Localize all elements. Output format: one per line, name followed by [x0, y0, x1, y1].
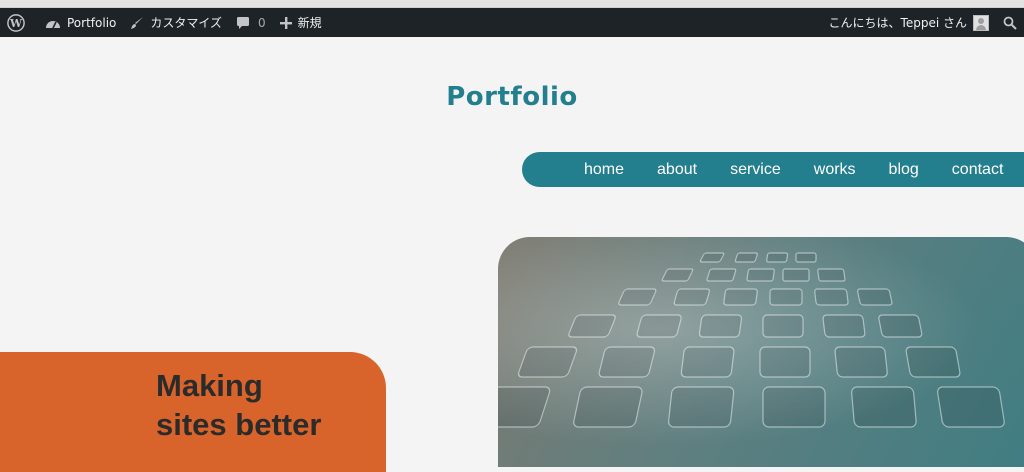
hero-image-glow [498, 237, 1024, 467]
my-account-menu[interactable]: こんにちは、Teppei さん [822, 8, 996, 37]
plus-icon [279, 16, 292, 29]
nav-item-home[interactable]: home [584, 161, 624, 179]
comment-bubble-icon [236, 16, 250, 30]
admin-search[interactable] [996, 8, 1024, 37]
comments-count: 0 [258, 15, 266, 30]
hero-keyboard-image [498, 237, 1024, 467]
new-content-menu[interactable]: 新規 [273, 8, 329, 37]
brush-icon [130, 16, 144, 30]
wp-admin-bar: W Portfolio カスタマイズ 0 新規 こんにちは、Teppei さん [0, 8, 1024, 37]
site-name-menu[interactable]: Portfolio [38, 8, 123, 37]
site-name-label: Portfolio [67, 15, 117, 30]
hero-headline-line1: Making [156, 368, 263, 403]
nav-item-works[interactable]: works [814, 161, 856, 179]
wp-logo-menu[interactable]: W [0, 8, 38, 37]
customize-label: カスタマイズ [150, 16, 223, 30]
nav-item-blog[interactable]: blog [889, 161, 919, 179]
svg-text:W: W [9, 17, 23, 30]
nav-item-service[interactable]: service [730, 161, 781, 179]
wordpress-icon: W [7, 13, 25, 32]
main-navigation: home about service works blog contact [522, 152, 1024, 187]
hero-headline: Making sites better [156, 366, 321, 444]
avatar [973, 14, 989, 31]
comments-menu[interactable]: 0 [229, 8, 273, 37]
search-icon [1003, 16, 1017, 30]
nav-item-about[interactable]: about [657, 161, 697, 179]
new-content-label: 新規 [297, 16, 322, 30]
browser-chrome-strip [0, 0, 1024, 8]
dashboard-icon [45, 16, 61, 30]
customize-menu[interactable]: カスタマイズ [123, 8, 229, 37]
greeting-label: こんにちは、Teppei さん [828, 16, 967, 30]
hero-headline-line2: sites better [156, 407, 322, 442]
site-title[interactable]: Portfolio [0, 82, 1024, 112]
nav-item-contact[interactable]: contact [952, 161, 1004, 179]
